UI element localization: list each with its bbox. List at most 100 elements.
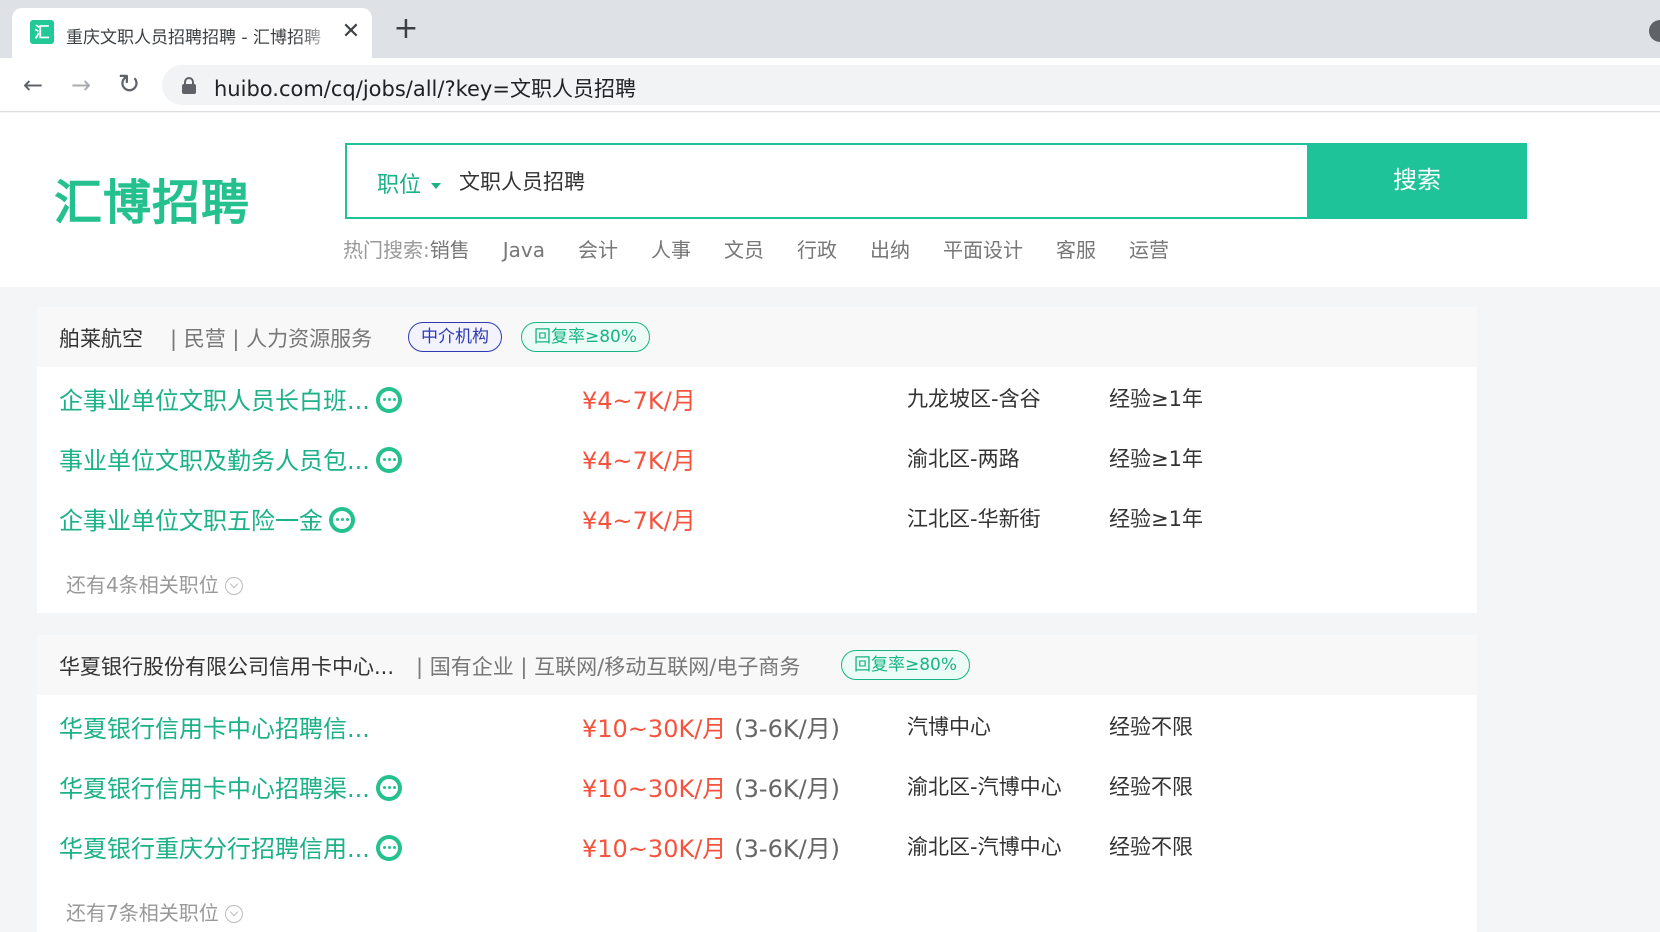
job-location: 渝北区-汽博中心	[907, 775, 1062, 799]
browser-tabstrip: 汇 重庆文职人员招聘招聘 - 汇博招聘 ✕ +	[0, 0, 1660, 58]
job-title-link[interactable]: 企事业单位文职人员长白班...	[59, 381, 402, 416]
job-experience: 经验不限	[1109, 775, 1193, 799]
job-experience: 经验不限	[1109, 715, 1193, 739]
company-name[interactable]: 华夏银行股份有限公司信用卡中心...	[59, 651, 394, 681]
salary-value: ¥10~30K/月	[582, 715, 727, 743]
salary-value: ¥4~7K/月	[582, 387, 696, 415]
job-location: 江北区-华新街	[907, 507, 1041, 531]
lock-icon[interactable]	[182, 77, 196, 94]
salary: ¥4~7K/月	[582, 501, 696, 536]
salary: ¥4~7K/月	[582, 441, 696, 476]
hot-search-item[interactable]: 行政	[797, 234, 837, 263]
job-experience: 经验不限	[1109, 835, 1193, 859]
site-header: 汇博招聘 职位 搜索 热门搜索:销售 Java 会计 人事 文员 行政 出纳 平面设计 客服 运营	[0, 113, 1660, 287]
site-favicon-icon: 汇	[30, 20, 54, 44]
tab-close-icon[interactable]: ✕	[338, 19, 364, 45]
chat-icon[interactable]	[329, 507, 355, 533]
job-title-link[interactable]: 华夏银行重庆分行招聘信用...	[59, 829, 402, 864]
reply-rate-badge: 回复率≥80%	[841, 650, 971, 680]
search-input[interactable]	[459, 163, 1279, 199]
job-title[interactable]: 企事业单位文职五险一金	[59, 507, 323, 535]
company-card: 舶莱航空 | 民营 | 人力资源服务 中介机构 回复率≥80% 企事业单位文职人…	[37, 307, 1477, 613]
chat-icon[interactable]	[375, 387, 402, 413]
job-title[interactable]: 华夏银行重庆分行招聘信用...	[59, 835, 370, 863]
search-category-label: 职位	[377, 173, 422, 198]
job-row[interactable]: 华夏银行信用卡中心招聘渠... ¥10~30K/月 (3-6K/月) 渝北区-汽博…	[37, 755, 1477, 815]
job-row[interactable]: 企事业单位文职人员长白班... ¥4~7K/月 九龙坡区-含谷 经验≥1年	[37, 367, 1477, 427]
site-logo[interactable]: 汇博招聘	[54, 163, 250, 233]
company-meta: | 民营 | 人力资源服务	[170, 327, 373, 351]
job-title[interactable]: 华夏银行信用卡中心招聘渠...	[59, 775, 370, 803]
hot-search-item[interactable]: 客服	[1056, 234, 1096, 263]
more-jobs-link[interactable]: 还有7条相关职位	[66, 897, 243, 926]
salary-secondary: (3-6K/月)	[734, 715, 841, 743]
search-category-dropdown[interactable]: 职位	[377, 167, 442, 199]
hot-search-item[interactable]: 人事	[651, 234, 691, 263]
salary-secondary: (3-6K/月)	[734, 835, 841, 863]
job-row[interactable]: 企事业单位文职五险一金 ¥4~7K/月 江北区-华新街 经验≥1年	[37, 487, 1477, 547]
company-card: 华夏银行股份有限公司信用卡中心... | 国有企业 | 互联网/移动互联网/电子…	[37, 635, 1477, 932]
hot-search-bar: 热门搜索:销售 Java 会计 人事 文员 行政 出纳 平面设计 客服 运营	[343, 234, 1202, 263]
chevron-down-circle-icon[interactable]	[224, 905, 243, 923]
company-name[interactable]: 舶莱航空	[59, 323, 143, 353]
hot-search-item[interactable]: 销售	[430, 234, 470, 263]
url-text[interactable]: huibo.com/cq/jobs/all/?key=文职人员招聘	[214, 73, 636, 103]
hot-search-item[interactable]: 运营	[1129, 234, 1169, 263]
job-experience: 经验≥1年	[1109, 447, 1203, 471]
browser-toolbar: ← → ↻ huibo.com/cq/jobs/all/?key=文职人员招聘	[0, 58, 1660, 112]
hot-search-item[interactable]: 平面设计	[943, 234, 1023, 263]
job-location: 九龙坡区-含谷	[907, 387, 1041, 411]
job-location: 渝北区-两路	[907, 447, 1020, 471]
job-title[interactable]: 企事业单位文职人员长白班...	[59, 387, 370, 415]
agency-badge: 中介机构	[408, 322, 502, 352]
forward-arrow-icon[interactable]: →	[63, 67, 99, 103]
company-header: 华夏银行股份有限公司信用卡中心... | 国有企业 | 互联网/移动互联网/电子…	[37, 635, 1477, 695]
hot-search-item[interactable]: 出纳	[870, 234, 910, 263]
hot-search-item[interactable]: 文员	[724, 234, 764, 263]
hot-search-label: 热门搜索:	[343, 238, 430, 262]
hot-search-item[interactable]: Java	[503, 238, 545, 262]
company-header: 舶莱航空 | 民营 | 人力资源服务 中介机构 回复率≥80%	[37, 307, 1477, 367]
salary: ¥4~7K/月	[582, 381, 696, 416]
chevron-down-circle-icon[interactable]	[224, 577, 243, 595]
salary-secondary: (3-6K/月)	[734, 775, 841, 803]
salary-value: ¥10~30K/月	[582, 835, 727, 863]
salary-value: ¥4~7K/月	[582, 447, 696, 475]
job-title[interactable]: 事业单位文职及勤务人员包...	[59, 447, 370, 475]
job-title[interactable]: 华夏银行信用卡中心招聘信...	[59, 715, 370, 743]
job-row[interactable]: 华夏银行重庆分行招聘信用... ¥10~30K/月 (3-6K/月) 渝北区-汽博…	[37, 815, 1477, 875]
job-row[interactable]: 华夏银行信用卡中心招聘信... ¥10~30K/月 (3-6K/月) 汽博中心 经…	[37, 695, 1477, 755]
job-location: 渝北区-汽博中心	[907, 835, 1062, 859]
job-title-link[interactable]: 企事业单位文职五险一金	[59, 501, 355, 536]
search-box: 职位	[345, 143, 1307, 219]
job-experience: 经验≥1年	[1109, 387, 1203, 411]
salary-value: ¥10~30K/月	[582, 775, 727, 803]
chat-icon[interactable]	[375, 447, 402, 473]
job-title-link[interactable]: 华夏银行信用卡中心招聘渠...	[59, 769, 402, 804]
more-jobs-text[interactable]: 还有4条相关职位	[66, 573, 219, 597]
salary-value: ¥4~7K/月	[582, 507, 696, 535]
address-bar[interactable]: huibo.com/cq/jobs/all/?key=文职人员招聘	[162, 65, 1660, 105]
hot-search-item[interactable]: 会计	[578, 234, 618, 263]
profile-icon[interactable]	[1649, 20, 1660, 42]
salary: ¥10~30K/月 (3-6K/月)	[582, 829, 840, 864]
new-tab-plus-icon[interactable]: +	[392, 14, 420, 44]
caret-down-icon	[431, 183, 442, 189]
chat-icon[interactable]	[375, 835, 402, 861]
job-location: 汽博中心	[907, 715, 991, 739]
job-title-link[interactable]: 事业单位文职及勤务人员包...	[59, 441, 402, 476]
job-row[interactable]: 事业单位文职及勤务人员包... ¥4~7K/月 渝北区-两路 经验≥1年	[37, 427, 1477, 487]
tab-title: 重庆文职人员招聘招聘 - 汇博招聘	[66, 28, 321, 48]
more-jobs-text[interactable]: 还有7条相关职位	[66, 901, 219, 925]
salary: ¥10~30K/月 (3-6K/月)	[582, 769, 840, 804]
search-button[interactable]: 搜索	[1307, 143, 1527, 219]
company-meta: | 国有企业 | 互联网/移动互联网/电子商务	[416, 655, 801, 679]
reload-icon[interactable]: ↻	[111, 67, 147, 103]
job-title-link[interactable]: 华夏银行信用卡中心招聘信...	[59, 709, 370, 744]
browser-tab-active[interactable]: 汇 重庆文职人员招聘招聘 - 汇博招聘 ✕	[12, 8, 372, 58]
back-arrow-icon[interactable]: ←	[15, 67, 51, 103]
chat-icon[interactable]	[375, 775, 402, 801]
reply-rate-badge: 回复率≥80%	[521, 322, 651, 352]
more-jobs-link[interactable]: 还有4条相关职位	[66, 569, 243, 598]
salary: ¥10~30K/月 (3-6K/月)	[582, 709, 840, 744]
